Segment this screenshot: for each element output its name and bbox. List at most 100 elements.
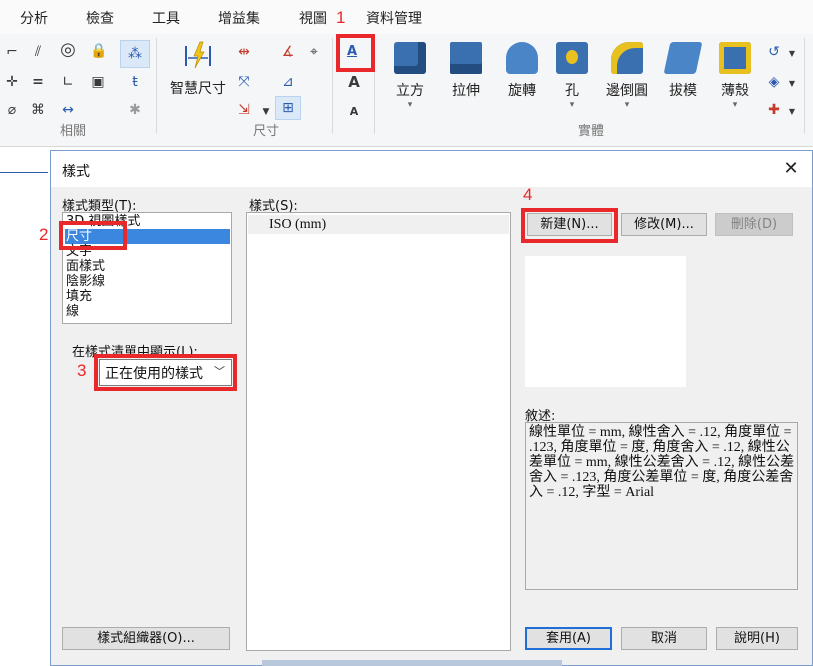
sweep-icon[interactable]: ↺: [766, 44, 782, 60]
document-edge-line: [0, 172, 48, 173]
dialog-title-bar: 樣式 ✕: [51, 151, 812, 187]
style-type-item[interactable]: 陰影線: [66, 274, 105, 289]
menu-data-management[interactable]: 資料管理: [366, 8, 422, 28]
angle-between-icon[interactable]: ∡: [280, 44, 296, 60]
hole-caret: ▾: [569, 100, 575, 110]
connect-icon[interactable]: ✛: [4, 74, 20, 90]
fillet-icon: [611, 42, 643, 74]
perpendicular-icon[interactable]: ∟: [60, 74, 76, 90]
smart-dimension-button[interactable]: 智慧尺寸: [166, 40, 230, 98]
hole-icon: [556, 42, 588, 74]
lock-icon[interactable]: 🔒: [90, 43, 107, 59]
annotation-4: 4: [523, 185, 533, 204]
relation-handles-icon: ⁂: [128, 46, 142, 62]
ribbon-separator: [156, 38, 157, 134]
cube-label: 立方: [396, 83, 424, 99]
fillet-button[interactable]: 邊倒圓 ▾: [598, 42, 656, 110]
draft-label: 拔模: [669, 83, 697, 99]
highlight-box-3: [94, 354, 237, 391]
styles-list[interactable]: ISO (mm): [246, 212, 511, 651]
style-type-item[interactable]: 線: [66, 304, 79, 319]
coordinate-dimension-icon[interactable]: ⌖: [306, 44, 322, 60]
style-preview: [525, 256, 686, 387]
annotation-1: 1: [336, 8, 346, 27]
shell-caret: ▾: [732, 100, 738, 110]
equal-icon[interactable]: =: [30, 74, 46, 90]
sweep-caret-icon[interactable]: ▼: [784, 46, 800, 62]
highlight-box-1: [336, 34, 375, 72]
annotation-3: 3: [77, 361, 87, 380]
style-item-iso-mm[interactable]: ISO (mm): [269, 217, 326, 232]
cube-caret: ▾: [407, 100, 413, 110]
modify-style-button[interactable]: 修改(M)...: [621, 213, 707, 236]
style-dialog: 樣式 ✕ 樣式類型(T): 3D 視圖樣式 尺寸 文字 面樣式 陰影線 填充 線…: [39, 150, 813, 666]
hole-label: 孔: [565, 83, 579, 99]
annotation-2: 2: [39, 225, 49, 244]
extrude-button[interactable]: 拉伸: [440, 42, 492, 100]
menu-bar: 分析 檢查 工具 增益集 視圖 1 資料管理: [0, 0, 813, 34]
symmetric-diameter-icon[interactable]: ⤧: [236, 74, 252, 90]
help-button[interactable]: 說明(H): [716, 627, 798, 650]
symmetric-icon[interactable]: ⌘: [30, 102, 46, 118]
shell-label: 薄殼: [721, 83, 749, 99]
revolve-icon: [506, 42, 538, 74]
ribbon-separator: [332, 38, 333, 134]
decrease-font-icon[interactable]: A: [346, 104, 362, 120]
ordinate-dimension-icon[interactable]: ⇲: [236, 102, 252, 118]
highlight-box-4: [521, 208, 618, 243]
cancel-button[interactable]: 取消: [621, 627, 707, 650]
draft-button[interactable]: 拔模: [660, 42, 706, 100]
loft-icon[interactable]: ◈: [766, 74, 782, 90]
dialog-title: 樣式: [62, 164, 90, 180]
shell-icon: [719, 42, 751, 74]
revolve-button[interactable]: 旋轉: [496, 42, 548, 100]
corner-relation-icon[interactable]: ⌐: [4, 44, 20, 60]
menu-tools[interactable]: 工具: [152, 8, 180, 28]
group-label-solid: 實體: [578, 124, 605, 139]
increase-font-icon[interactable]: A: [346, 74, 362, 90]
concentric-icon[interactable]: ◎: [60, 41, 76, 59]
mirror-caret-icon[interactable]: ▼: [784, 104, 800, 120]
relation-settings-icon[interactable]: ✱: [127, 102, 143, 118]
menu-view[interactable]: 視圖: [299, 8, 327, 28]
dimension-axis-icon: ⊞: [282, 100, 294, 116]
apply-button[interactable]: 套用(A): [525, 627, 612, 650]
ribbon: ⌐ ⫽ ◎ 🔒 ✛ = ∟ ▣ ⌀ ⌘ ↔ ⁂ ŧ ✱ 相關 智慧尺寸 ⇹ ∡ …: [0, 34, 813, 147]
group-label-relations: 相關: [60, 124, 87, 139]
tangent-icon[interactable]: ⌀: [4, 102, 20, 118]
delete-style-button[interactable]: 刪除(D): [715, 213, 793, 236]
horizontal-vertical-icon[interactable]: ↔: [60, 102, 76, 118]
style-organizer-button[interactable]: 樣式組織器(O)...: [62, 627, 230, 650]
style-type-item[interactable]: 填充: [66, 289, 92, 304]
parallel-icon[interactable]: ⫽: [30, 44, 46, 60]
rigid-set-icon[interactable]: ▣: [90, 74, 106, 90]
mirror-icon[interactable]: ✚: [766, 102, 782, 118]
fillet-label: 邊倒圓: [606, 83, 648, 99]
group-label-dimension: 尺寸: [253, 124, 280, 139]
relation-colors-icon[interactable]: ŧ: [127, 74, 143, 90]
menu-analysis[interactable]: 分析: [20, 8, 48, 28]
menu-inspect[interactable]: 檢查: [86, 8, 114, 28]
extrude-icon: [450, 42, 482, 74]
description-text: 線性單位 = mm, 線性舍入 = .12, 角度單位 = .123, 角度單位…: [525, 422, 798, 590]
menu-addins[interactable]: 增益集: [218, 8, 260, 28]
extrude-label: 拉伸: [452, 83, 480, 99]
smart-dimension-label: 智慧尺寸: [170, 81, 226, 97]
status-strip: [262, 660, 562, 666]
close-icon[interactable]: ✕: [779, 157, 803, 181]
chamfer-dimension-icon[interactable]: ⊿: [280, 74, 296, 90]
shell-button[interactable]: 薄殼 ▾: [712, 42, 758, 110]
ribbon-separator: [804, 38, 805, 134]
style-type-item[interactable]: 面樣式: [66, 259, 105, 274]
loft-caret-icon[interactable]: ▼: [784, 76, 800, 92]
revolve-label: 旋轉: [508, 83, 536, 99]
cube-icon: [394, 42, 426, 74]
dimension-dropdown-caret[interactable]: ▼: [258, 104, 274, 120]
hole-button[interactable]: 孔 ▾: [552, 42, 592, 110]
cube-button[interactable]: 立方 ▾: [384, 42, 436, 110]
fillet-caret: ▾: [624, 100, 630, 110]
draft-icon: [663, 42, 703, 74]
distance-between-icon[interactable]: ⇹: [236, 44, 252, 60]
highlight-box-2: [59, 221, 127, 250]
smart-dimension-icon: [182, 40, 214, 72]
